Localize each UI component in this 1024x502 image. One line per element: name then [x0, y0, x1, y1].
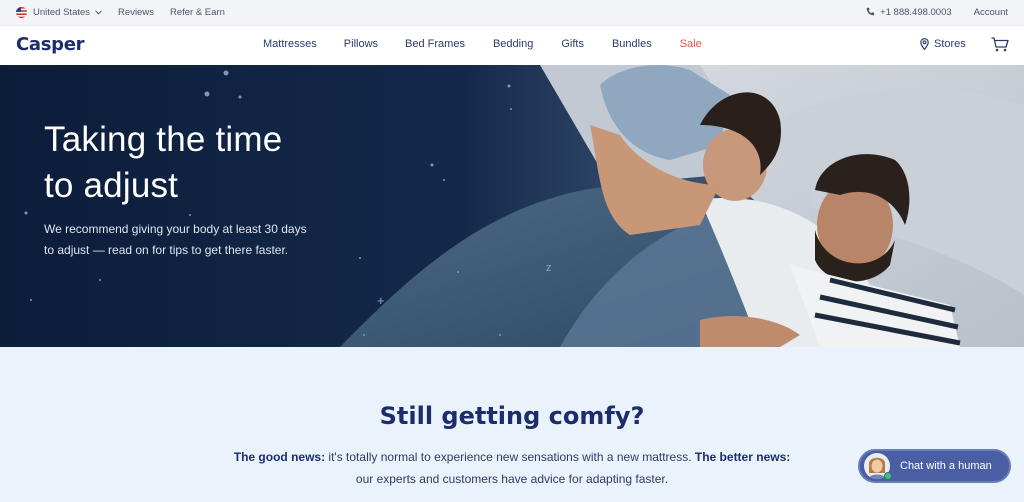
- account-link[interactable]: Account: [974, 7, 1008, 18]
- reviews-link[interactable]: Reviews: [118, 7, 154, 18]
- cart-button[interactable]: [991, 37, 1009, 57]
- better-news-text: our experts and customers have advice fo…: [355, 472, 669, 486]
- chat-label: Chat with a human: [900, 460, 992, 472]
- refer-earn-link[interactable]: Refer & Earn: [170, 7, 225, 18]
- utility-bar: United States Reviews Refer & Earn +1 88…: [0, 0, 1024, 26]
- casper-logo[interactable]: Casper: [16, 34, 85, 55]
- us-flag-icon: [16, 7, 27, 18]
- svg-text:+: +: [377, 293, 385, 308]
- good-news-label: The good news:: [233, 450, 326, 464]
- stores-link[interactable]: Stores: [920, 38, 966, 50]
- nav-item-pillows[interactable]: Pillows: [344, 38, 378, 50]
- chat-with-human-button[interactable]: Chat with a human: [858, 449, 1011, 483]
- hero-title: Taking the time to adjust: [44, 120, 283, 205]
- main-nav: Casper Mattresses Pillows Bed Frames Bed…: [0, 26, 1024, 65]
- good-news-text: it's totally normal to experience new se…: [325, 450, 695, 464]
- location-pin-icon: [920, 38, 929, 50]
- phone-number: +1 888.498.0003: [880, 7, 952, 18]
- country-selector[interactable]: United States: [16, 7, 102, 18]
- nav-item-sale[interactable]: Sale: [680, 38, 702, 50]
- chevron-down-icon: [95, 7, 102, 18]
- nav-item-bed-frames[interactable]: Bed Frames: [405, 38, 465, 50]
- section-body: The good news: it's totally normal to ex…: [190, 446, 834, 490]
- phone-icon: [866, 7, 875, 19]
- nav-item-mattresses[interactable]: Mattresses: [263, 38, 317, 50]
- nav-menu: Mattresses Pillows Bed Frames Bedding Gi…: [263, 38, 702, 50]
- stores-label: Stores: [934, 38, 966, 50]
- nav-item-bedding[interactable]: Bedding: [493, 38, 533, 50]
- hero-banner: z + Taking the time to adjust We recommen…: [0, 65, 1024, 347]
- online-status-dot: [884, 472, 892, 480]
- country-label: United States: [33, 7, 91, 18]
- better-news-label: The better news:: [694, 450, 791, 464]
- section-heading: Still getting comfy?: [379, 402, 645, 430]
- hero-subtitle: We recommend giving your body at least 3…: [44, 222, 307, 257]
- cart-icon: [991, 37, 1009, 52]
- phone-link[interactable]: +1 888.498.0003: [866, 7, 952, 19]
- nav-item-gifts[interactable]: Gifts: [561, 38, 584, 50]
- svg-text:z: z: [546, 262, 552, 274]
- nav-item-bundles[interactable]: Bundles: [612, 38, 652, 50]
- agent-avatar: [864, 453, 892, 480]
